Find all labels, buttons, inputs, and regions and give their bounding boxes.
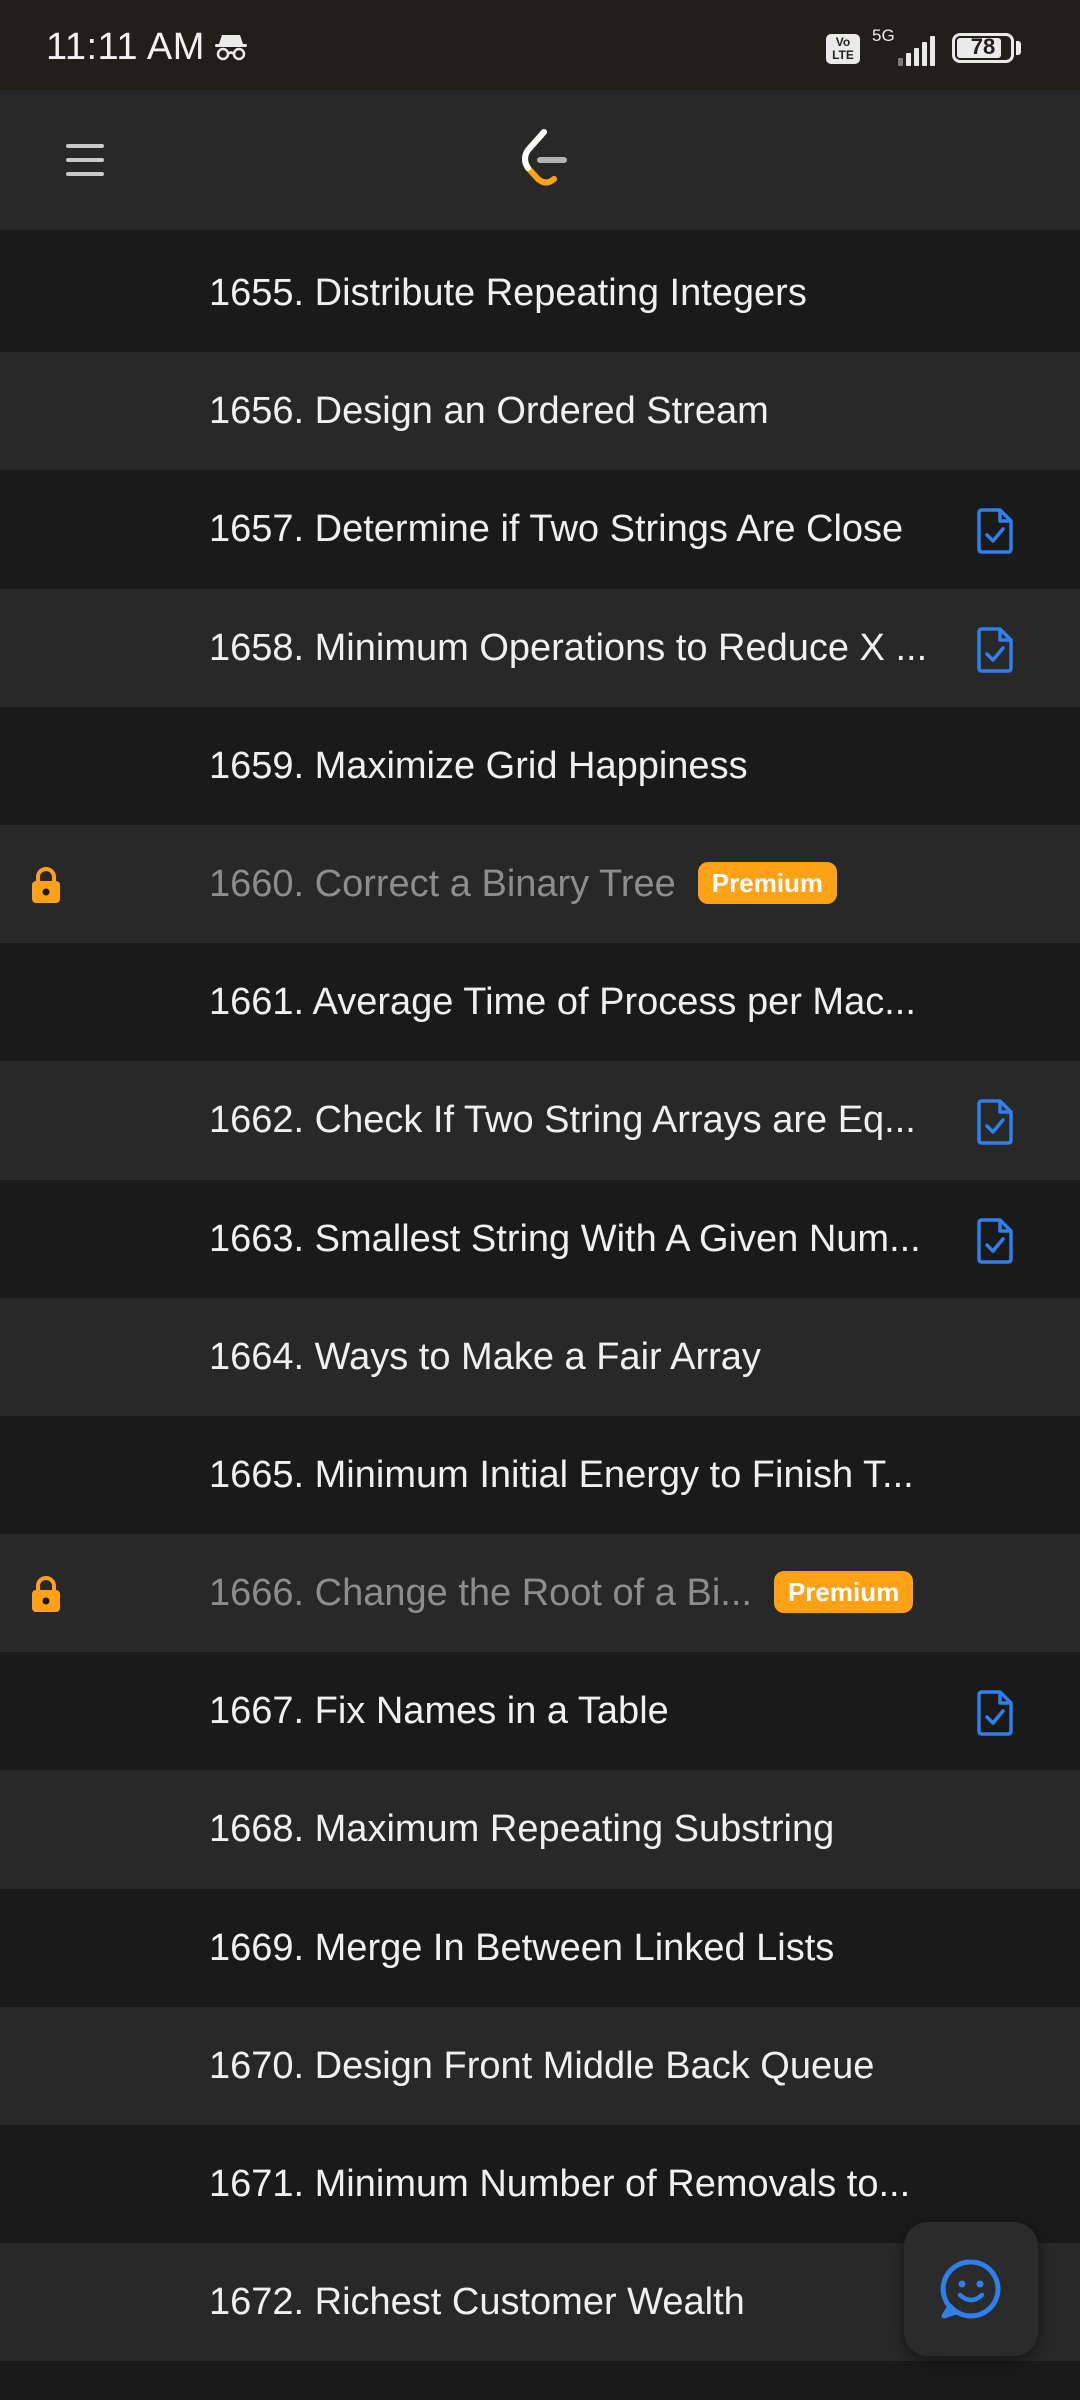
problem-row[interactable]: 1660. Correct a Binary Tree Premium (0, 824, 1080, 944)
problem-title: 1671. Minimum Number of Removals to... (209, 2125, 910, 2243)
feedback-chat-button[interactable] (904, 2222, 1038, 2356)
problem-row[interactable]: 1669. Merge In Between Linked Lists (0, 1888, 1080, 2007)
problem-title: 1657. Determine if Two Strings Are Close (209, 470, 903, 588)
problem-title: 1669. Merge In Between Linked Lists (209, 1889, 834, 2007)
leetcode-logo[interactable] (514, 126, 574, 192)
battery-cap (1016, 41, 1021, 55)
problem-title: 1670. Design Front Middle Back Queue (209, 2007, 874, 2125)
problem-title: 1658. Minimum Operations to Reduce X ... (209, 589, 927, 707)
solved-check-icon (977, 1099, 1013, 1146)
problem-row[interactable]: 1663. Smallest String With A Given Num..… (0, 1179, 1080, 1298)
lock-icon (32, 867, 60, 903)
problem-title-text: 1668. Maximum Repeating Substring (209, 1808, 835, 1851)
problem-title: 1665. Minimum Initial Energy to Finish T… (209, 1416, 914, 1534)
problem-title-text: 1658. Minimum Operations to Reduce X ... (209, 626, 928, 669)
problem-title-text: 1663. Smallest String With A Given Num..… (209, 1217, 921, 1260)
problem-title-text: 1662. Check If Two String Arrays are Eq.… (209, 1099, 916, 1142)
problem-title-text: 1656. Design an Ordered Stream (209, 390, 769, 433)
problem-title-text: 1664. Ways to Make a Fair Array (209, 1335, 761, 1378)
problem-title: 1666. Change the Root of a Bi... Premium (209, 1534, 914, 1652)
problem-row[interactable]: 1664. Ways to Make a Fair Array (0, 1297, 1080, 1416)
problem-row[interactable]: 1665. Minimum Initial Energy to Finish T… (0, 1415, 1080, 1535)
solved-check-icon (977, 626, 1013, 673)
battery-icon: 78 (952, 33, 1014, 63)
problem-row[interactable]: 1670. Design Front Middle Back Queue (0, 2006, 1080, 2125)
problem-title: 1662. Check If Two String Arrays are Eq.… (209, 1061, 916, 1179)
problem-row[interactable]: 1666. Change the Root of a Bi... Premium (0, 1534, 1080, 1653)
lock-icon (32, 1576, 60, 1613)
signal-strength-icon (898, 36, 935, 66)
problem-row[interactable]: 1661. Average Time of Process per Mac... (0, 943, 1080, 1062)
solved-check-icon (977, 508, 1013, 555)
problem-title-text: 1669. Merge In Between Linked Lists (209, 1926, 835, 1969)
problem-title: 1664. Ways to Make a Fair Array (209, 1298, 761, 1416)
problem-title-text: 1659. Maximize Grid Happiness (209, 744, 748, 787)
problem-title-text: 1667. Fix Names in a Table (209, 1690, 669, 1733)
problem-title: 1660. Correct a Binary Tree Premium (209, 825, 838, 943)
problem-title: 1667. Fix Names in a Table (209, 1652, 669, 1770)
problem-row[interactable]: 1655. Distribute Repeating Integers (0, 234, 1080, 353)
problem-row[interactable]: 1659. Maximize Grid Happiness (0, 706, 1080, 825)
problem-list: 1655. Distribute Repeating Integers 1656.… (0, 234, 1080, 2362)
network-type: 5G (872, 26, 895, 45)
solved-check-icon (977, 1217, 1013, 1264)
battery-level: 78 (970, 34, 996, 59)
app-bar (0, 90, 1080, 230)
problem-row[interactable]: 1667. Fix Names in a Table (0, 1652, 1080, 1771)
volte-icon: Vo LTE (826, 34, 860, 64)
problem-row[interactable]: 1662. Check If Two String Arrays are Eq.… (0, 1061, 1080, 1180)
problem-title-text: 1657. Determine if Two Strings Are Close (209, 508, 904, 551)
premium-badge: Premium (697, 861, 838, 904)
status-bar: 11:11 AM Vo LTE 5G 78 (0, 0, 1080, 90)
problem-title: 1672. Richest Customer Wealth (209, 2243, 745, 2361)
problem-title: 1668. Maximum Repeating Substring (209, 1770, 834, 1888)
problem-title-text: 1666. Change the Root of a Bi... (209, 1572, 752, 1615)
problem-title-text: 1665. Minimum Initial Energy to Finish T… (209, 1453, 914, 1496)
problem-row[interactable]: 1658. Minimum Operations to Reduce X ... (0, 588, 1080, 707)
problem-title-text: 1672. Richest Customer Wealth (209, 2281, 745, 2324)
solved-check-icon (977, 1690, 1013, 1736)
problem-title-text: 1660. Correct a Binary Tree (209, 862, 676, 905)
hamburger-menu-icon[interactable] (60, 130, 110, 190)
status-time: 11:11 AM (46, 26, 205, 68)
problem-row[interactable]: 1657. Determine if Two Strings Are Close (0, 470, 1080, 589)
problem-title-text: 1661. Average Time of Process per Mac... (209, 981, 916, 1024)
problem-row[interactable]: 1656. Design an Ordered Stream (0, 352, 1080, 471)
problem-title-text: 1655. Distribute Repeating Integers (209, 272, 807, 314)
incognito-icon (215, 35, 247, 61)
premium-badge: Premium (773, 1571, 914, 1614)
problem-title: 1661. Average Time of Process per Mac... (209, 943, 916, 1061)
problem-title: 1655. Distribute Repeating Integers (209, 234, 807, 352)
problem-title-text: 1670. Design Front Middle Back Queue (209, 2044, 875, 2087)
problem-title: 1659. Maximize Grid Happiness (209, 707, 748, 825)
problem-title: 1656. Design an Ordered Stream (209, 352, 769, 470)
problem-title-text: 1671. Minimum Number of Removals to... (209, 2163, 911, 2205)
problem-row[interactable]: 1668. Maximum Repeating Substring (0, 1770, 1080, 1889)
smiley-chat-icon (940, 2259, 1001, 2319)
problem-title: 1663. Smallest String With A Given Num..… (209, 1180, 921, 1298)
